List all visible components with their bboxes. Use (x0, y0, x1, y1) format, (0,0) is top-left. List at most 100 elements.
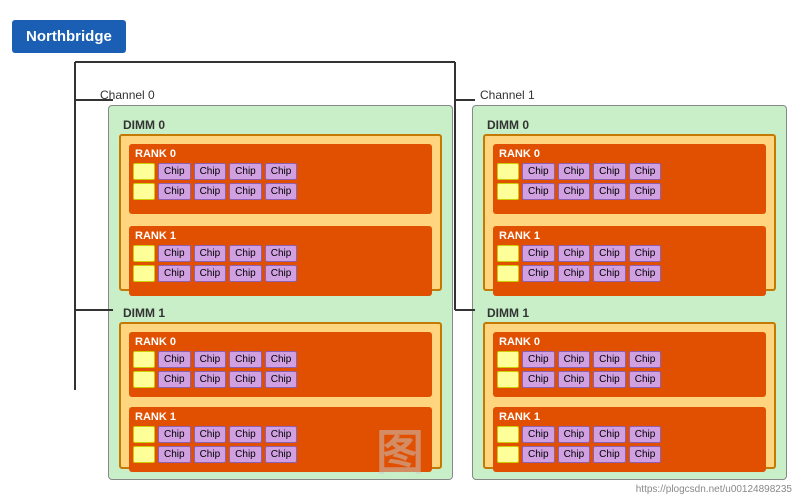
chip: Chip (593, 446, 626, 463)
chip: Chip (558, 351, 591, 368)
chip-row: Chip Chip Chip Chip (133, 446, 428, 463)
chip-row: Chip Chip Chip Chip (497, 426, 762, 443)
channel1-dimm1-rank1-label: RANK 1 (497, 411, 762, 423)
chip: Chip (629, 245, 662, 262)
chip: Chip (522, 183, 555, 200)
chip: Chip (629, 371, 662, 388)
northbridge-box: Northbridge (12, 20, 126, 53)
chip: Chip (265, 245, 298, 262)
chip: Chip (229, 371, 262, 388)
chip: Chip (629, 265, 662, 282)
chip-spacer (133, 426, 155, 443)
channel1-dimm1-area: RANK 0 Chip Chip Chip Chip Chip Chip Chi… (483, 322, 776, 469)
chip-row: Chip Chip Chip Chip (497, 265, 762, 282)
chip: Chip (158, 371, 191, 388)
chip: Chip (194, 265, 227, 282)
chip-spacer (133, 446, 155, 463)
chip-spacer (497, 426, 519, 443)
chip: Chip (593, 351, 626, 368)
chip: Chip (265, 163, 298, 180)
chip: Chip (265, 183, 298, 200)
channel1-dimm1-rank0-label: RANK 0 (497, 336, 762, 348)
chip-row: Chip Chip Chip Chip (133, 371, 428, 388)
chip: Chip (522, 371, 555, 388)
chip: Chip (593, 265, 626, 282)
chip: Chip (629, 163, 662, 180)
chip: Chip (265, 371, 298, 388)
chip: Chip (265, 446, 298, 463)
chip: Chip (229, 245, 262, 262)
chip: Chip (558, 426, 591, 443)
chip: Chip (194, 163, 227, 180)
channel0-dimm1-rank1: RANK 1 Chip Chip Chip Chip Chip Chip Chi… (129, 407, 432, 472)
chip: Chip (229, 426, 262, 443)
diagram-container: Northbridge Channel 0 DIMM 0 RANK 0 (0, 0, 800, 503)
chip: Chip (229, 265, 262, 282)
channel0-dimm1-label: DIMM 1 (119, 304, 442, 322)
chip-spacer (133, 245, 155, 262)
channel1-dimm1-rank1: RANK 1 Chip Chip Chip Chip Chip Chip Chi… (493, 407, 766, 472)
chip: Chip (229, 163, 262, 180)
chip: Chip (522, 265, 555, 282)
chip: Chip (558, 245, 591, 262)
chip: Chip (522, 245, 555, 262)
chip-spacer (497, 183, 519, 200)
chip-row: Chip Chip Chip Chip (133, 426, 428, 443)
chip-spacer (133, 183, 155, 200)
channel1-dimm0-label: DIMM 0 (483, 116, 776, 134)
channel0-dimm0-rank1-label: RANK 1 (133, 230, 428, 242)
chip-spacer (497, 446, 519, 463)
chip-row: Chip Chip Chip Chip (133, 163, 428, 180)
chip: Chip (522, 446, 555, 463)
chip: Chip (593, 183, 626, 200)
chip-spacer (133, 371, 155, 388)
chip: Chip (593, 426, 626, 443)
chip-spacer (497, 163, 519, 180)
chip-spacer (133, 265, 155, 282)
chip-row: Chip Chip Chip Chip (497, 183, 762, 200)
channel1-area: DIMM 0 RANK 0 Chip Chip Chip Chip Chip (472, 105, 787, 480)
chip: Chip (194, 426, 227, 443)
chip-row: Chip Chip Chip Chip (133, 265, 428, 282)
chip: Chip (158, 446, 191, 463)
chip: Chip (229, 183, 262, 200)
chip: Chip (593, 163, 626, 180)
chip-spacer (497, 371, 519, 388)
chip: Chip (629, 426, 662, 443)
channel1-dimm1-label: DIMM 1 (483, 304, 776, 322)
chip: Chip (522, 163, 555, 180)
url-text: https://plogcsdn.net/u00124898235 (636, 484, 792, 495)
chip: Chip (194, 183, 227, 200)
chip: Chip (558, 446, 591, 463)
chip: Chip (629, 183, 662, 200)
chip: Chip (629, 446, 662, 463)
chip: Chip (593, 245, 626, 262)
chip: Chip (194, 446, 227, 463)
channel0-dimm0-rank1: RANK 1 Chip Chip Chip Chip Chip Chip Chi… (129, 226, 432, 296)
chip: Chip (265, 265, 298, 282)
channel0-area: DIMM 0 RANK 0 Chip Chip Chip Chip Chip (108, 105, 453, 480)
channel0-dimm1-rank1-label: RANK 1 (133, 411, 428, 423)
chip-spacer (133, 351, 155, 368)
channel0-dimm0-rank0-label: RANK 0 (133, 148, 428, 160)
chip-row: Chip Chip Chip Chip (497, 163, 762, 180)
chip-row: Chip Chip Chip Chip (133, 183, 428, 200)
chip: Chip (558, 183, 591, 200)
chip-spacer (497, 265, 519, 282)
channel0-dimm1-rank0: RANK 0 Chip Chip Chip Chip Chip Chip Chi… (129, 332, 432, 397)
chip: Chip (522, 426, 555, 443)
channel1-dimm0-rank0: RANK 0 Chip Chip Chip Chip Chip Chip Chi… (493, 144, 766, 214)
chip: Chip (558, 163, 591, 180)
channel0-dimm0-area: RANK 0 Chip Chip Chip Chip Chip Chip Chi… (119, 134, 442, 291)
chip: Chip (158, 163, 191, 180)
channel0-label: Channel 0 (100, 88, 155, 102)
chip: Chip (522, 351, 555, 368)
chip: Chip (265, 426, 298, 443)
channel1-dimm0-rank0-label: RANK 0 (497, 148, 762, 160)
chip-row: Chip Chip Chip Chip (497, 446, 762, 463)
chip-row: Chip Chip Chip Chip (497, 245, 762, 262)
channel1-dimm1: DIMM 1 RANK 0 Chip Chip Chip Chip Chip (483, 304, 776, 469)
chip: Chip (158, 351, 191, 368)
chip: Chip (593, 371, 626, 388)
channel0-dimm0: DIMM 0 RANK 0 Chip Chip Chip Chip Chip (119, 116, 442, 291)
